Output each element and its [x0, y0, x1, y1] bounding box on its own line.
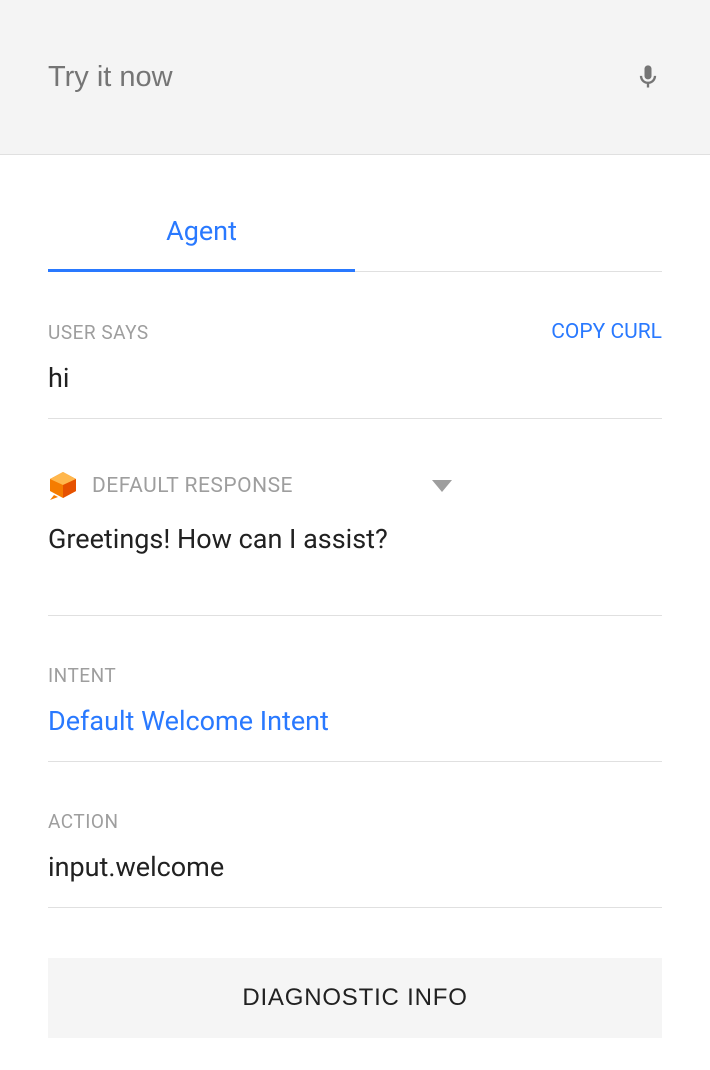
action-value: input.welcome — [48, 851, 662, 908]
tab-agent[interactable]: Agent — [48, 195, 355, 272]
user-says-value: hi — [48, 362, 662, 419]
response-cube-icon — [48, 471, 78, 501]
user-says-header: USER SAYS COPY CURL — [48, 320, 662, 344]
action-header: ACTION — [48, 810, 662, 833]
tab-empty — [355, 195, 662, 271]
try-it-input[interactable] — [48, 61, 548, 94]
microphone-icon[interactable] — [634, 58, 662, 96]
intent-section: INTENT Default Welcome Intent — [48, 616, 662, 762]
response-label: DEFAULT RESPONSE — [92, 474, 293, 498]
user-says-section: USER SAYS COPY CURL hi — [48, 272, 662, 419]
response-header-left: DEFAULT RESPONSE — [48, 471, 293, 501]
action-label: ACTION — [48, 810, 119, 833]
try-it-header — [0, 0, 710, 155]
response-header: DEFAULT RESPONSE — [48, 471, 662, 501]
response-dropdown-caret-icon[interactable] — [432, 480, 452, 492]
user-says-label: USER SAYS — [48, 321, 149, 344]
diagnostic-info-button[interactable]: DIAGNOSTIC INFO — [48, 958, 662, 1038]
copy-curl-button[interactable]: COPY CURL — [551, 320, 662, 344]
tab-bar: Agent — [48, 195, 662, 272]
intent-header: INTENT — [48, 664, 662, 687]
response-section: DEFAULT RESPONSE Greetings! How can I as… — [48, 471, 662, 616]
action-section: ACTION input.welcome — [48, 762, 662, 908]
intent-value-link[interactable]: Default Welcome Intent — [48, 705, 662, 762]
intent-label: INTENT — [48, 664, 116, 687]
content-area: Agent USER SAYS COPY CURL hi DEFAULT RES… — [0, 195, 710, 1038]
response-text: Greetings! How can I assist? — [48, 523, 662, 616]
